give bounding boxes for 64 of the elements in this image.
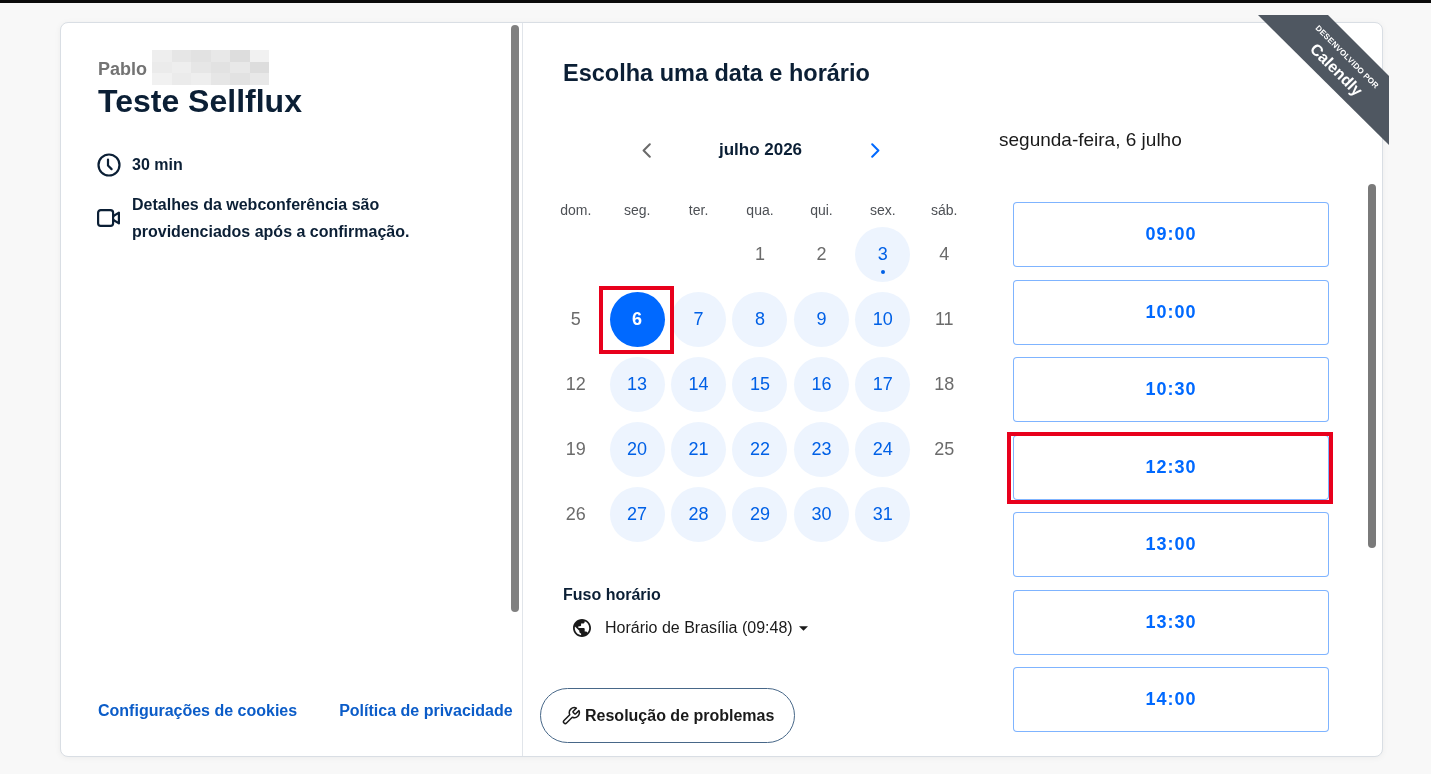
time-slot-button[interactable]: 09:00	[1013, 202, 1329, 267]
scrollbar[interactable]	[511, 25, 519, 612]
day-number: 18	[933, 373, 956, 396]
selected-date-heading: segunda-feira, 6 julho	[999, 128, 1182, 152]
day-button[interactable]: 15	[732, 357, 788, 412]
time-slot-button[interactable]: 14:00	[1013, 667, 1329, 732]
day-button[interactable]: 30	[793, 487, 849, 542]
day-number: 1	[753, 243, 766, 266]
day-button[interactable]: 31	[855, 487, 911, 542]
day-button[interactable]: 9	[793, 292, 849, 347]
day-button[interactable]: 17	[855, 357, 911, 412]
day-button[interactable]: 28	[671, 487, 727, 542]
day-button[interactable]: 21	[671, 422, 727, 477]
weekday-label: seg.	[623, 202, 651, 218]
globe-icon	[573, 619, 591, 637]
day-button[interactable]: 24	[855, 422, 911, 477]
time-slot-button[interactable]: 12:30	[1013, 434, 1329, 500]
day-number: 4	[938, 243, 951, 266]
organizer-name: Pablo	[98, 58, 147, 80]
timezone-label: Fuso horário	[563, 585, 661, 605]
day-number: 25	[933, 438, 956, 461]
day-number: 2	[815, 243, 828, 266]
day-button[interactable]: 7	[671, 292, 727, 347]
day-number: 11	[933, 308, 955, 331]
day-button[interactable]: 8	[732, 292, 788, 347]
day-button[interactable]: 10	[855, 292, 911, 347]
caret-icon	[798, 625, 808, 631]
day-button[interactable]: 23	[793, 422, 849, 477]
footer-link[interactable]: Política de privacidade	[339, 701, 513, 721]
time-slot-button[interactable]: 10:30	[1013, 357, 1329, 422]
day-button[interactable]: 29	[732, 487, 788, 542]
day-number: 12	[564, 373, 587, 396]
weekday-label: qua.	[746, 202, 774, 218]
day-button[interactable]: 16	[793, 357, 849, 412]
footer-link[interactable]: Configurações de cookies	[98, 701, 298, 721]
wrench-icon	[561, 705, 581, 726]
day-button[interactable]: 6	[609, 292, 665, 347]
day-number: 5	[569, 308, 582, 331]
day-button[interactable]: 22	[732, 422, 788, 477]
day-button[interactable]: 14	[671, 357, 727, 412]
time-slot-button[interactable]: 13:30	[1013, 589, 1329, 655]
troubleshoot-button[interactable]: Resolução de problemas	[540, 688, 796, 743]
weekday-label: dom.	[560, 202, 592, 218]
detail-text: 30 min	[132, 155, 183, 175]
page-heading: Escolha uma data e horário	[563, 59, 870, 87]
clock-icon	[97, 152, 121, 177]
month-label: julho 2026	[718, 140, 803, 160]
weekday-label: sáb.	[931, 202, 958, 218]
day-button[interactable]: 27	[609, 487, 665, 542]
detail-text: Detalhes da webconferência são providenciados após a confirmação.	[132, 195, 411, 242]
day-button[interactable]: 13	[609, 357, 665, 412]
video-camera-icon	[97, 208, 121, 228]
timezone-dropdown[interactable]: Horário de Brasília (09:48)	[573, 616, 808, 640]
weekday-label: qui.	[810, 202, 833, 218]
day-number: 26	[564, 503, 587, 526]
day-number: 19	[564, 438, 587, 461]
time-slot-button[interactable]: 10:00	[1013, 279, 1329, 345]
day-button[interactable]: 3	[855, 227, 911, 282]
scrollbar[interactable]	[1368, 184, 1376, 548]
day-button[interactable]: 20	[609, 422, 665, 477]
event-title: Teste Sellflux	[98, 82, 302, 120]
time-slot-button[interactable]: 13:00	[1013, 512, 1329, 577]
weekday-label: sex.	[870, 202, 896, 218]
weekday-label: ter.	[688, 202, 709, 218]
